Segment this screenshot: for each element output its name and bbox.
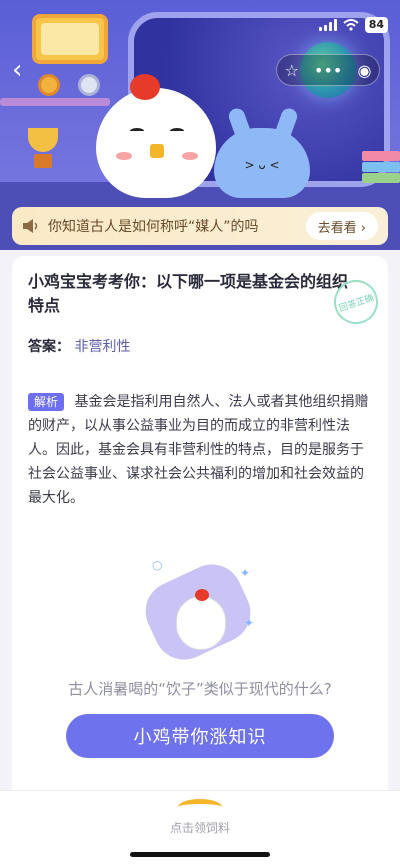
chevron-left-icon: ‹ (12, 55, 23, 85)
blue-mascot: > ᴗ < (214, 106, 310, 198)
feed-icon (178, 799, 222, 815)
medal-icon (78, 74, 100, 96)
back-button[interactable]: ‹ (12, 56, 40, 84)
medal-icon (38, 74, 60, 96)
answer-row: 答案： 非营利性 (28, 336, 130, 356)
question-card: 小鸡宝宝考考你：以下哪一项是基金会的组织特点 回答正确 答案： 非营利性 解析 … (12, 256, 388, 816)
next-question-teaser: 古人消暑喝的“饮子”类似于现代的什么? (68, 680, 332, 698)
battery-indicator: 84 (364, 17, 388, 33)
star-icon[interactable]: ☆ (285, 61, 299, 80)
answer-label: 答案： (28, 339, 70, 355)
speaker-icon (23, 219, 38, 233)
home-indicator (130, 852, 270, 857)
award-frame (32, 14, 108, 64)
books-icon (362, 150, 400, 183)
question-title: 小鸡宝宝考考你：以下哪一项是基金会的组织特点 (28, 272, 349, 315)
chick-illustration: ✦ ✦ ○ (135, 554, 261, 670)
promo-banner[interactable]: 你知道古人是如何称呼“媒人”的吗 去看看 › (12, 207, 388, 245)
trophy-icon (24, 128, 62, 168)
status-bar: 84 (318, 14, 388, 36)
learn-more-button[interactable]: 小鸡带你涨知识 (66, 714, 334, 758)
close-record-icon[interactable]: ◉ (357, 61, 371, 80)
promo-text: 你知道古人是如何称呼“媒人”的吗 (48, 219, 259, 235)
explanation: 解析 基金会是指利用自然人、法人或者其他组织捐赠的财产，以从事公益事业为目的而成… (28, 390, 372, 510)
more-icon[interactable]: ••• (314, 61, 342, 80)
promo-go-button[interactable]: 去看看 › (305, 212, 378, 240)
shelf (0, 98, 110, 106)
explain-tag: 解析 (28, 393, 65, 411)
mini-program-capsule: ☆ ••• ◉ (276, 54, 380, 86)
wifi-icon (343, 19, 359, 31)
bottom-bar-label: 点击领饲料 (169, 821, 230, 835)
signal-icon (318, 19, 337, 31)
explain-text: 基金会是指利用自然人、法人或者其他组织捐赠的财产，以从事公益事业为目的而成立的非… (28, 394, 369, 506)
chicken-mascot (96, 74, 216, 198)
answer-value: 非营利性 (74, 339, 131, 355)
